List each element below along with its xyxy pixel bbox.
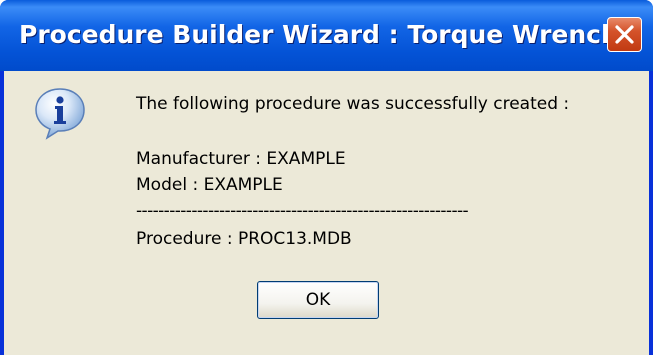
window-frame-right: [649, 71, 653, 355]
message-line-manufacturer: Manufacturer : EXAMPLE: [136, 149, 346, 169]
message-line-success: The following procedure was successfully…: [136, 94, 570, 114]
window-title: Procedure Builder Wizard : Torque Wrench: [19, 20, 619, 49]
message-line-procedure: Procedure : PROC13.MDB: [136, 229, 352, 249]
info-icon: [35, 88, 85, 140]
message-separator: ----------------------------------------…: [136, 201, 469, 221]
ok-button[interactable]: OK: [257, 281, 379, 319]
dialog-body: The following procedure was successfully…: [4, 71, 649, 355]
message-line-model: Model : EXAMPLE: [136, 175, 283, 195]
dialog-window: Procedure Builder Wizard : Torque Wrench…: [0, 0, 653, 355]
close-icon: [615, 25, 634, 44]
close-button[interactable]: [607, 17, 642, 52]
